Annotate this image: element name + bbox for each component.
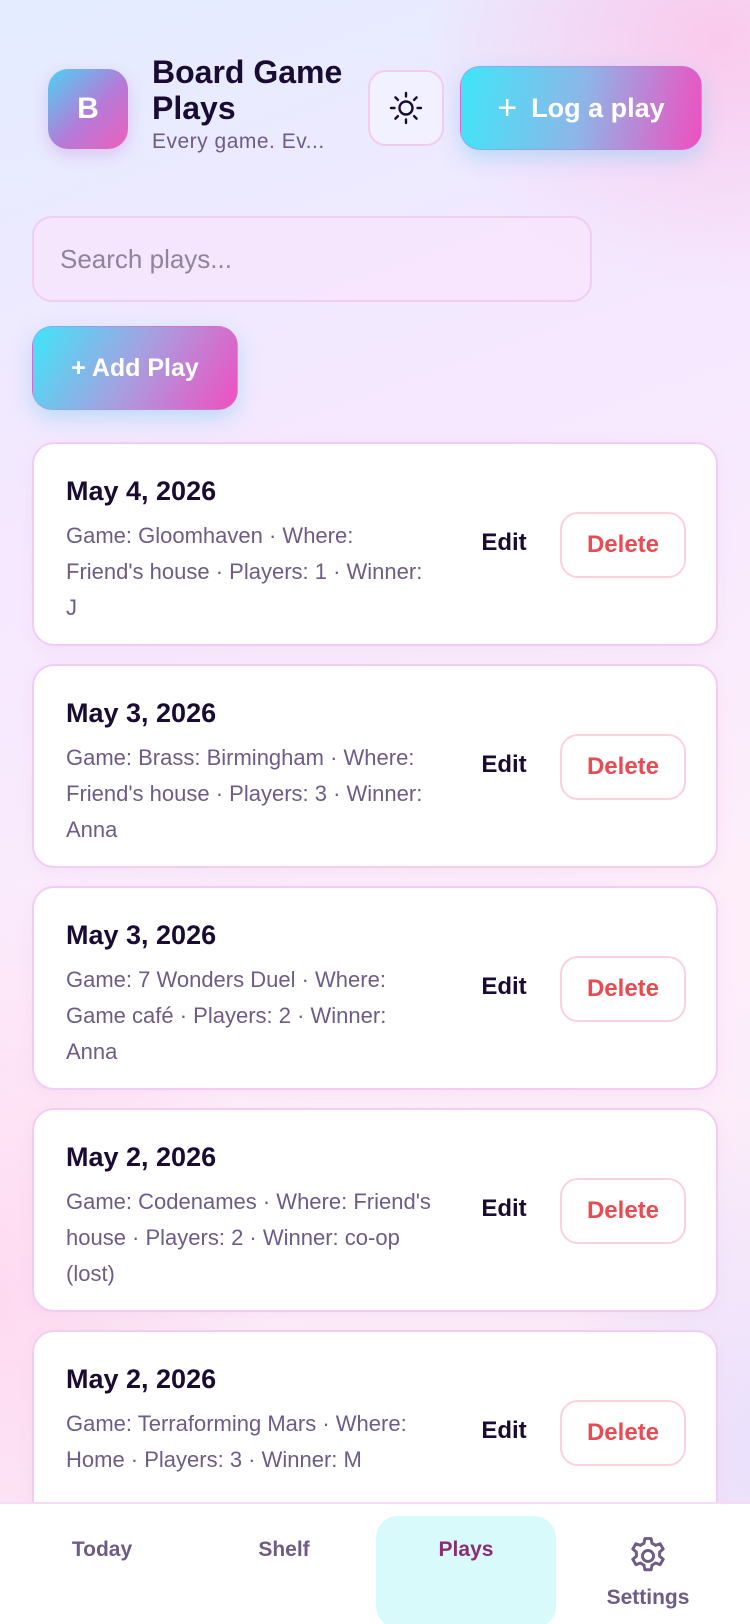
edit-button[interactable]: Edit xyxy=(464,962,544,1012)
theme-toggle-button[interactable] xyxy=(368,70,444,146)
play-details: Game: Gloomhaven · Where: Friend's house… xyxy=(66,523,423,620)
play-card: May 2, 2026 Game: Codenames · Where: Fri… xyxy=(32,1108,718,1312)
edit-button[interactable]: Edit xyxy=(464,1184,544,1234)
play-card: May 4, 2026 Game: Gloomhaven · Where: Fr… xyxy=(32,442,718,646)
gear-icon xyxy=(631,1537,665,1572)
play-details: Game: Brass: Birmingham · Where: Friend'… xyxy=(66,745,423,842)
play-date: May 4, 2026 xyxy=(66,476,217,506)
play-details: Game: 7 Wonders Duel · Where: Game café … xyxy=(66,967,387,1064)
app-header: B Board Game Plays Every game. Ev... + L… xyxy=(0,0,750,200)
play-date: May 2, 2026 xyxy=(66,1364,217,1394)
nav-tab-label: Today xyxy=(71,1538,133,1561)
plays-list: May 4, 2026 Game: Gloomhaven · Where: Fr… xyxy=(32,442,718,1534)
nav-tab-shelf[interactable]: Shelf xyxy=(194,1504,374,1624)
search-input[interactable] xyxy=(32,216,592,302)
delete-button[interactable]: Delete xyxy=(560,1178,686,1244)
nav-tab-today[interactable]: Today xyxy=(12,1504,192,1624)
play-card: May 3, 2026 Game: 7 Wonders Duel · Where… xyxy=(32,886,718,1090)
play-card: May 3, 2026 Game: Brass: Birmingham · Wh… xyxy=(32,664,718,868)
delete-button[interactable]: Delete xyxy=(560,1400,686,1466)
nav-tab-label: Shelf xyxy=(258,1538,310,1561)
delete-button[interactable]: Delete xyxy=(560,956,686,1022)
app-logo: B xyxy=(48,69,128,149)
log-a-play-button[interactable]: + Log a play xyxy=(460,66,702,150)
logo-letter: B xyxy=(77,92,99,125)
edit-button[interactable]: Edit xyxy=(464,518,544,568)
plus-icon: + xyxy=(497,89,518,127)
edit-button[interactable]: Edit xyxy=(464,1406,544,1456)
sun-icon xyxy=(389,91,423,125)
play-date: May 3, 2026 xyxy=(66,698,217,728)
nav-tab-plays[interactable]: Plays xyxy=(376,1516,556,1624)
play-date: May 2, 2026 xyxy=(66,1142,217,1172)
add-play-button[interactable]: + Add Play xyxy=(32,326,238,410)
edit-button[interactable]: Edit xyxy=(464,740,544,790)
nav-tab-label: Plays xyxy=(438,1538,494,1561)
nav-tab-label: Settings xyxy=(606,1586,690,1609)
nav-tab-settings[interactable]: Settings xyxy=(558,1504,738,1624)
play-details: Game: Codenames · Where: Friend's house … xyxy=(66,1189,431,1286)
app-subtitle: Every game. Ev... xyxy=(152,130,325,153)
app-title: Board Game Plays xyxy=(152,54,343,126)
log-a-play-label: Log a play xyxy=(531,92,665,123)
play-details: Game: Terraforming Mars · Where: Home · … xyxy=(66,1411,407,1472)
play-date: May 3, 2026 xyxy=(66,920,217,950)
delete-button[interactable]: Delete xyxy=(560,734,686,800)
bottom-nav: Today Shelf Plays Settings xyxy=(0,1502,750,1624)
delete-button[interactable]: Delete xyxy=(560,512,686,578)
